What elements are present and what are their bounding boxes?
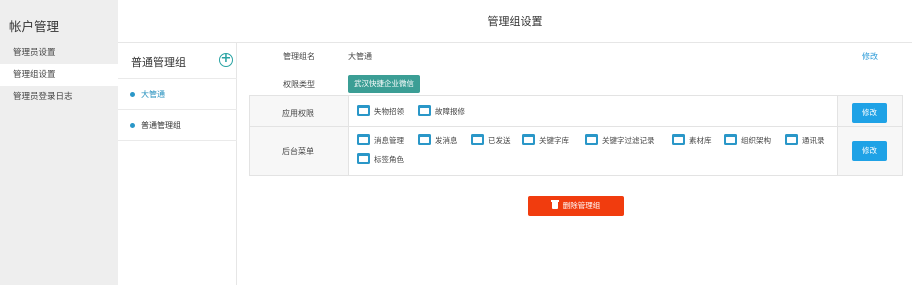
- menu-item: 发消息: [418, 134, 458, 148]
- nav-item-admin-settings[interactable]: 管理员设置: [0, 42, 118, 64]
- edit-app-perm-button[interactable]: 修改: [852, 103, 887, 123]
- bullet-icon: [130, 92, 135, 97]
- app-perm-item: 失物招领: [357, 105, 404, 119]
- nav-title: 帐户管理: [9, 19, 60, 34]
- group-item-normal[interactable]: 普通管理组: [118, 110, 237, 141]
- group-name-label: 管理组名: [283, 52, 315, 61]
- nav-item-login-log[interactable]: 管理员登录日志: [0, 86, 118, 108]
- folder-icon: [357, 134, 370, 145]
- folder-icon: [418, 134, 431, 145]
- folder-icon: [724, 134, 737, 145]
- group-panel-title: 普通管理组: [131, 56, 186, 69]
- folder-icon: [357, 105, 370, 116]
- folder-icon: [357, 153, 370, 164]
- perm-type-label: 权限类型: [283, 80, 315, 89]
- delete-group-button[interactable]: 删除管理组: [528, 196, 624, 216]
- menu-label: 后台菜单: [282, 147, 314, 156]
- edit-name-link[interactable]: 修改: [862, 51, 878, 62]
- add-group-icon[interactable]: +: [219, 52, 233, 67]
- menu-item: 标签角色: [357, 153, 404, 167]
- menu-item: 关键字库: [522, 134, 569, 148]
- folder-icon: [672, 134, 685, 145]
- group-item-label: 大管通: [141, 90, 165, 99]
- group-name-value: 大管通: [348, 52, 372, 61]
- page-title: 管理组设置: [487, 15, 543, 28]
- nav-item-group-settings[interactable]: 管理组设置: [0, 64, 118, 86]
- group-panel: 普通管理组 + 大管通 普通管理组: [118, 43, 237, 285]
- bullet-icon: [130, 123, 135, 128]
- app-perm-item: 故障报修: [418, 105, 465, 119]
- group-item-label: 普通管理组: [141, 121, 181, 130]
- trash-icon: [550, 200, 559, 209]
- folder-icon: [585, 134, 598, 145]
- menu-item: 消息管理: [357, 134, 404, 148]
- folder-icon: [785, 134, 798, 145]
- folder-icon: [418, 105, 431, 116]
- app-perm-label: 应用权限: [282, 109, 314, 118]
- menu-item: 素材库: [672, 134, 712, 148]
- perm-type-tag: 武汉快捷企业微信: [348, 75, 420, 93]
- menu-item: 通讯录: [785, 134, 825, 148]
- menu-item: 关键字过滤记录: [585, 134, 655, 148]
- left-nav: 帐户管理 管理员设置 管理组设置 管理员登录日志: [0, 0, 118, 285]
- menu-item: 已发送: [471, 134, 511, 148]
- group-panel-header: 普通管理组 +: [118, 43, 237, 79]
- menu-item: 组织架构: [724, 134, 771, 148]
- folder-icon: [522, 134, 535, 145]
- edit-menu-button[interactable]: 修改: [852, 141, 887, 161]
- page-header: 管理组设置: [118, 0, 912, 43]
- delete-group-label: 删除管理组: [562, 201, 601, 210]
- folder-icon: [471, 134, 484, 145]
- group-item-daguantong[interactable]: 大管通: [118, 79, 237, 110]
